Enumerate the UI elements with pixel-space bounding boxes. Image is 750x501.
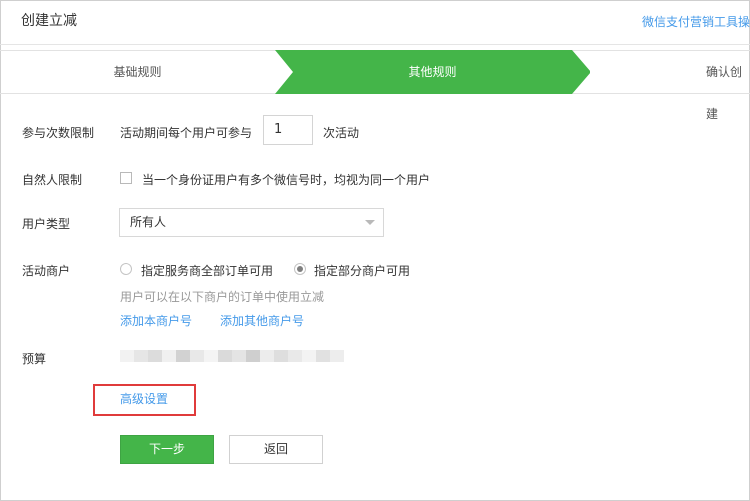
participation-prefix: 活动期间每个用户可参与	[120, 126, 253, 140]
step-basic-rules: 基础规则	[0, 51, 275, 93]
back-button[interactable]: 返回	[229, 435, 323, 464]
marketing-tool-link[interactable]: 微信支付营销工具操	[642, 13, 750, 30]
add-other-merchant-link[interactable]: 添加其他商户号	[220, 312, 304, 329]
step-other-rules: 其他规则	[275, 50, 590, 94]
next-button[interactable]: 下一步	[120, 435, 214, 464]
step-progress: 基础规则 其他规则 确认创建	[0, 50, 750, 121]
natural-person-label: 自然人限制	[22, 173, 83, 187]
step-confirm-create: 确认创建	[706, 51, 750, 121]
highlight-box	[93, 384, 196, 416]
natural-person-checkbox-text: 当一个身份证用户有多个微信号时，均视为同一个用户	[142, 173, 431, 187]
radio-some-merchants[interactable]	[294, 263, 306, 275]
merchant-label: 活动商户	[22, 264, 71, 278]
chevron-down-icon	[365, 220, 375, 225]
budget-label: 预算	[22, 352, 47, 366]
user-type-label: 用户类型	[22, 217, 71, 231]
radio-all-orders-label: 指定服务商全部订单可用	[141, 264, 274, 278]
merchant-hint: 用户可以在以下商户的订单中使用立减	[120, 290, 325, 304]
participation-limit-label: 参与次数限制	[22, 126, 95, 140]
page-title: 创建立减	[21, 13, 77, 29]
natural-person-checkbox[interactable]	[120, 172, 132, 184]
add-own-merchant-link[interactable]: 添加本商户号	[120, 312, 192, 329]
participation-count-input[interactable]: 1	[263, 115, 313, 145]
page-header: 创建立减 微信支付营销工具操	[0, 0, 750, 45]
step-basic-rules-label: 基础规则	[113, 65, 162, 79]
user-type-selected-value: 所有人	[130, 215, 167, 229]
budget-redacted-value	[120, 350, 344, 362]
step-other-rules-label: 其他规则	[408, 65, 457, 79]
radio-all-orders[interactable]	[120, 263, 132, 275]
participation-suffix: 次活动	[323, 126, 360, 140]
user-type-select[interactable]: 所有人	[119, 208, 384, 237]
radio-some-merchants-label: 指定部分商户可用	[314, 264, 411, 278]
